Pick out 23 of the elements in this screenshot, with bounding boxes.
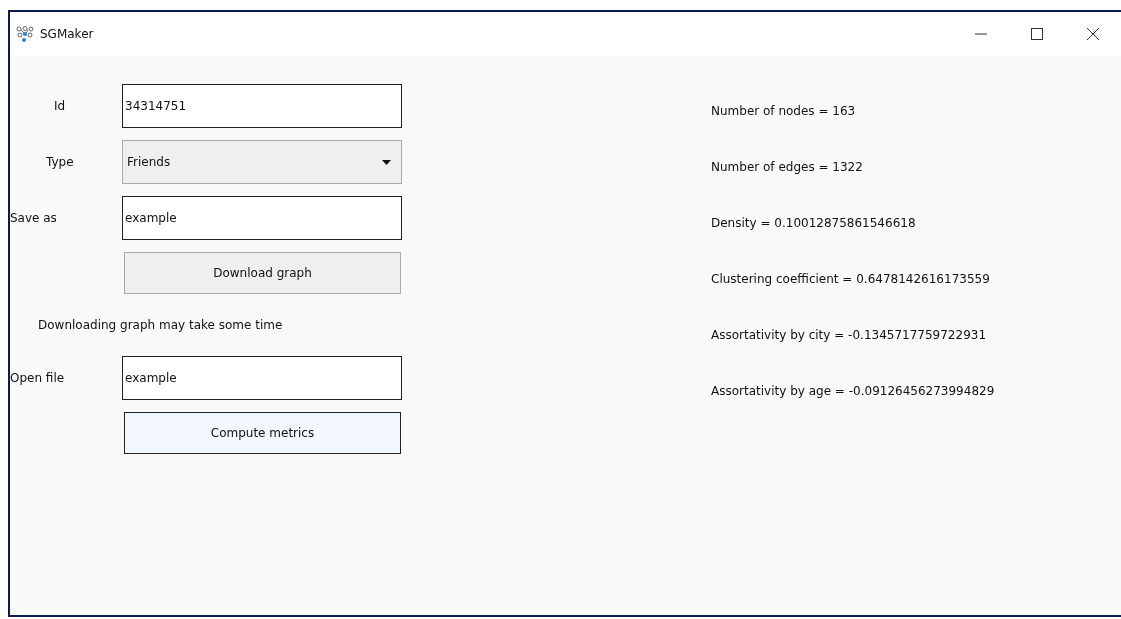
field-label: Id <box>53 99 67 113</box>
close-icon <box>1087 28 1099 40</box>
maximize-icon <box>1031 28 1043 40</box>
metric-text: Number of edges = 1322 <box>711 160 864 176</box>
text-field[interactable]: 34314751 <box>122 84 402 128</box>
field-label: Open file <box>10 371 66 385</box>
network-icon <box>16 26 34 42</box>
metric-text: Number of nodes = 163 <box>711 104 857 120</box>
metric-text: Clustering coefficient = 0.6478142616173559 <box>711 272 991 288</box>
info-text: Downloading graph may take some time <box>37 318 284 332</box>
dropdown[interactable]: Friends <box>122 140 402 184</box>
metric-text: Assortativity by city = -0.1345717759722931 <box>711 328 988 344</box>
text-field[interactable]: example <box>122 356 402 400</box>
text-field[interactable]: example <box>122 196 402 240</box>
window-title: SGMaker <box>40 27 94 41</box>
action-button[interactable]: Download graph <box>124 252 401 294</box>
field-label: Type <box>45 155 75 169</box>
metric-text: Assortativity by age = -0.09126456273994829 <box>711 384 995 400</box>
field-label: Save as <box>10 211 58 225</box>
metric-text: Density = 0.10012875861546618 <box>711 216 917 232</box>
caret-icon <box>382 159 391 165</box>
action-button[interactable]: Compute metrics <box>124 412 401 454</box>
minimize-icon <box>975 33 987 35</box>
